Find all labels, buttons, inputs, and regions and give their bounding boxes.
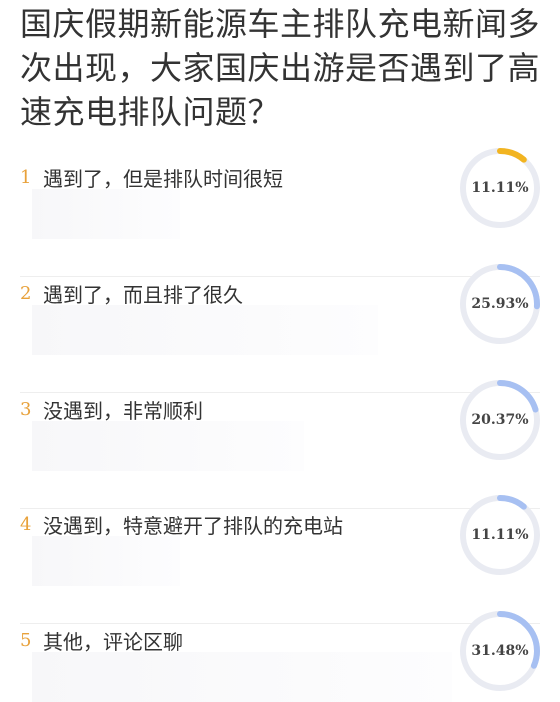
- option-number: 5: [20, 630, 32, 651]
- option-number: 2: [20, 283, 32, 304]
- option-percent: 25.93%: [471, 296, 529, 312]
- poll-option-4[interactable]: 4 没遇到，特意避开了排队的充电站 11.11%: [0, 495, 560, 624]
- poll-question: 国庆假期新能源车主排队充电新闻多次出现，大家国庆出游是否遇到了高速充电排队问题？: [20, 5, 541, 131]
- option-percent: 11.11%: [471, 527, 529, 543]
- option-result-bar: [32, 536, 180, 586]
- percent-ring: 11.11%: [459, 147, 541, 229]
- option-number: 3: [20, 399, 32, 420]
- option-label: 其他，评论区聊: [43, 630, 183, 654]
- poll-option-3[interactable]: 3 没遇到，非常顺利 20.37%: [0, 380, 560, 509]
- percent-ring: 25.93%: [459, 263, 541, 345]
- percent-ring: 11.11%: [459, 494, 541, 576]
- option-percent: 11.11%: [471, 180, 529, 196]
- option-result-bar: [32, 421, 304, 471]
- option-label: 遇到了，而且排了很久: [43, 283, 243, 307]
- percent-ring: 31.48%: [459, 610, 541, 692]
- option-label: 遇到了，但是排队时间很短: [43, 167, 283, 191]
- poll-option-5[interactable]: 5 其他，评论区聊 31.48%: [0, 611, 560, 702]
- option-number: 1: [20, 167, 32, 188]
- option-result-bar: [32, 652, 452, 702]
- option-percent: 31.48%: [471, 643, 529, 659]
- poll-option-2[interactable]: 2 遇到了，而且排了很久 25.93%: [0, 264, 560, 393]
- option-percent: 20.37%: [471, 412, 529, 428]
- option-label: 没遇到，非常顺利: [43, 399, 203, 423]
- option-result-bar: [32, 189, 180, 239]
- poll-option-1[interactable]: 1 遇到了，但是排队时间很短 11.11%: [0, 148, 560, 277]
- option-result-bar: [32, 305, 378, 355]
- option-label: 没遇到，特意避开了排队的充电站: [43, 514, 343, 538]
- option-number: 4: [20, 514, 32, 535]
- percent-ring: 20.37%: [459, 379, 541, 461]
